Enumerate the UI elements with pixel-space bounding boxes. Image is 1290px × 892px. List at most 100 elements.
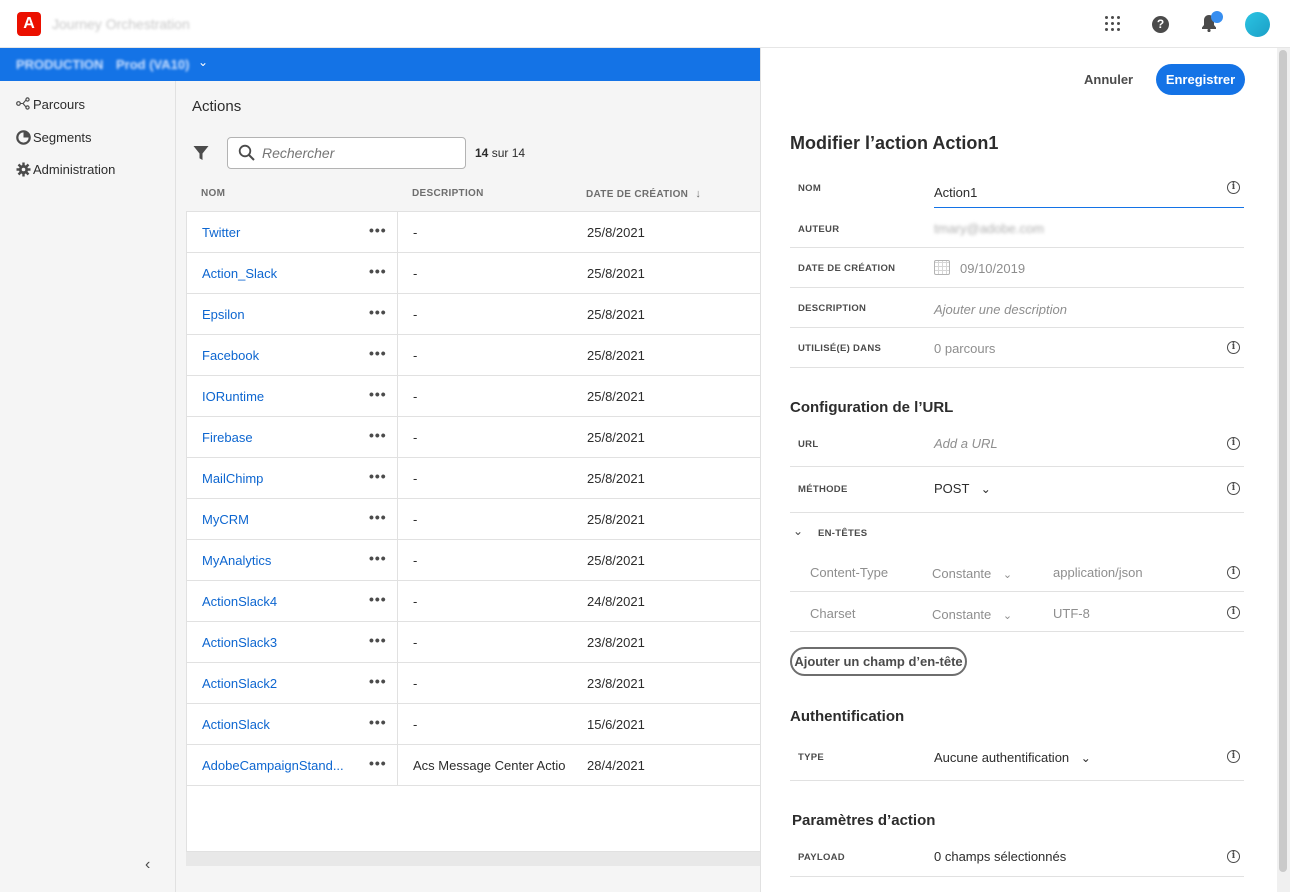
more-actions-icon[interactable]: ••• bbox=[369, 673, 387, 689]
action-date: 25/8/2021 bbox=[587, 471, 645, 486]
action-date: 15/6/2021 bbox=[587, 717, 645, 732]
search-box[interactable] bbox=[227, 137, 466, 169]
used-in-value: 0 parcours bbox=[934, 341, 996, 356]
action-name-link[interactable]: Action_Slack bbox=[202, 266, 347, 281]
filter-icon[interactable] bbox=[193, 145, 209, 161]
table-row[interactable]: MyCRM ••• - 25/8/2021 bbox=[187, 499, 761, 540]
more-actions-icon[interactable]: ••• bbox=[369, 632, 387, 648]
scrollbar-thumb[interactable] bbox=[1279, 50, 1287, 872]
method-select[interactable]: POST ⌄ bbox=[934, 481, 991, 496]
more-actions-icon[interactable]: ••• bbox=[369, 386, 387, 402]
action-name-link[interactable]: MailChimp bbox=[202, 471, 347, 486]
more-actions-icon[interactable]: ••• bbox=[369, 345, 387, 361]
info-icon[interactable]: i bbox=[1227, 482, 1240, 495]
more-actions-icon[interactable]: ••• bbox=[369, 304, 387, 320]
more-actions-icon[interactable]: ••• bbox=[369, 263, 387, 279]
headers-label[interactable]: EN-TÊTES bbox=[818, 528, 867, 539]
action-description: - bbox=[413, 266, 418, 281]
header-type-select[interactable]: Constante ⌄ bbox=[932, 566, 1012, 581]
divider bbox=[790, 591, 1244, 592]
name-field[interactable] bbox=[934, 178, 1244, 208]
auth-type-select[interactable]: Aucune authentification ⌄ bbox=[934, 750, 1091, 765]
action-name-link[interactable]: Twitter bbox=[202, 225, 347, 240]
table-row[interactable]: ActionSlack ••• - 15/6/2021 bbox=[187, 704, 761, 745]
description-label: DESCRIPTION bbox=[798, 303, 867, 314]
table-row[interactable]: IORuntime ••• - 25/8/2021 bbox=[187, 376, 761, 417]
table-row[interactable]: Firebase ••• - 25/8/2021 bbox=[187, 417, 761, 458]
more-actions-icon[interactable]: ••• bbox=[369, 550, 387, 566]
adobe-logo-icon[interactable]: A bbox=[17, 12, 41, 36]
info-icon[interactable]: i bbox=[1227, 437, 1240, 450]
action-name-link[interactable]: Epsilon bbox=[202, 307, 347, 322]
action-name-link[interactable]: MyAnalytics bbox=[202, 553, 347, 568]
table-row[interactable]: Facebook ••• - 25/8/2021 bbox=[187, 335, 761, 376]
action-name-link[interactable]: ActionSlack3 bbox=[202, 635, 347, 650]
header-value[interactable]: application/json bbox=[1053, 565, 1143, 580]
info-icon[interactable]: i bbox=[1227, 850, 1240, 863]
payload-value[interactable]: 0 champs sélectionnés bbox=[934, 849, 1066, 864]
action-name-link[interactable]: Firebase bbox=[202, 430, 347, 445]
org-name[interactable]: PRODUCTION bbox=[16, 57, 103, 72]
table-row[interactable]: MailChimp ••• - 25/8/2021 bbox=[187, 458, 761, 499]
url-field[interactable]: Add a URL bbox=[934, 436, 998, 451]
sort-descending-icon[interactable]: ↓ bbox=[695, 188, 701, 200]
avatar[interactable] bbox=[1245, 12, 1270, 37]
table-row[interactable]: AdobeCampaignStand... ••• Acs Message Cent… bbox=[187, 745, 761, 786]
table-row[interactable]: MyAnalytics ••• - 25/8/2021 bbox=[187, 540, 761, 581]
action-name-link[interactable]: IORuntime bbox=[202, 389, 347, 404]
action-name-link[interactable]: AdobeCampaignStand... bbox=[202, 758, 347, 773]
more-actions-icon[interactable]: ••• bbox=[369, 468, 387, 484]
created-value: 09/10/2019 bbox=[960, 261, 1026, 276]
more-actions-icon[interactable]: ••• bbox=[369, 509, 387, 525]
more-actions-icon[interactable]: ••• bbox=[369, 427, 387, 443]
header-value[interactable]: UTF-8 bbox=[1053, 606, 1090, 621]
table-row[interactable]: Action_Slack ••• - 25/8/2021 bbox=[187, 253, 761, 294]
action-name-link[interactable]: Facebook bbox=[202, 348, 347, 363]
action-name-link[interactable]: ActionSlack4 bbox=[202, 594, 347, 609]
search-input[interactable] bbox=[262, 144, 458, 162]
action-name-link[interactable]: MyCRM bbox=[202, 512, 347, 527]
chevron-down-icon[interactable]: ⌄ bbox=[793, 524, 803, 538]
table-row[interactable]: ActionSlack4 ••• - 24/8/2021 bbox=[187, 581, 761, 622]
action-name-link[interactable]: ActionSlack2 bbox=[202, 676, 347, 691]
action-name-link[interactable]: ActionSlack bbox=[202, 717, 347, 732]
sidebar-item-administration[interactable]: Administration bbox=[16, 162, 115, 177]
save-button[interactable]: Enregistrer bbox=[1156, 64, 1245, 95]
apps-grid-icon[interactable] bbox=[1103, 14, 1123, 34]
table-row[interactable]: Epsilon ••• - 25/8/2021 bbox=[187, 294, 761, 335]
column-header-created[interactable]: DATE DE CRÉATION ↓ bbox=[586, 188, 701, 200]
more-actions-icon[interactable]: ••• bbox=[369, 755, 387, 771]
chevron-down-icon[interactable]: ⌄ bbox=[198, 55, 208, 69]
header-type-value: Constante bbox=[932, 607, 992, 622]
more-actions-icon[interactable]: ••• bbox=[369, 714, 387, 730]
info-icon[interactable]: i bbox=[1227, 750, 1240, 763]
panel-title: Modifier l’action Action1 bbox=[790, 133, 999, 153]
result-count: 14 sur 14 bbox=[475, 146, 525, 160]
action-date: 25/8/2021 bbox=[587, 307, 645, 322]
horizontal-scrollbar[interactable] bbox=[186, 852, 760, 866]
description-field[interactable]: Ajouter une description bbox=[934, 302, 1067, 317]
help-icon[interactable]: ? bbox=[1152, 16, 1169, 33]
column-header-description[interactable]: DESCRIPTION bbox=[412, 188, 484, 199]
info-icon[interactable]: i bbox=[1227, 341, 1240, 354]
header-key[interactable]: Content-Type bbox=[810, 565, 888, 580]
table-row[interactable]: ActionSlack3 ••• - 23/8/2021 bbox=[187, 622, 761, 663]
header-key[interactable]: Charset bbox=[810, 606, 856, 621]
collapse-sidebar-icon[interactable]: ‹ bbox=[145, 856, 150, 874]
info-icon[interactable]: i bbox=[1227, 606, 1240, 619]
cancel-button[interactable]: Annuler bbox=[1076, 66, 1141, 92]
more-actions-icon[interactable]: ••• bbox=[369, 222, 387, 238]
payload-label: PAYLOAD bbox=[798, 852, 845, 863]
info-icon[interactable]: i bbox=[1227, 181, 1240, 194]
column-header-name[interactable]: NOM bbox=[201, 188, 225, 199]
table-row[interactable]: Twitter ••• - 25/8/2021 bbox=[187, 212, 761, 253]
sandbox-name[interactable]: Prod (VA10) bbox=[116, 57, 189, 72]
add-header-button[interactable]: Ajouter un champ d’en-tête bbox=[790, 647, 967, 676]
table-row[interactable]: ActionSlack2 ••• - 23/8/2021 bbox=[187, 663, 761, 704]
more-actions-icon[interactable]: ••• bbox=[369, 591, 387, 607]
action-date: 25/8/2021 bbox=[587, 348, 645, 363]
sidebar-item-parcours[interactable]: Parcours bbox=[16, 97, 85, 112]
sidebar-item-segments[interactable]: Segments bbox=[16, 130, 92, 145]
info-icon[interactable]: i bbox=[1227, 566, 1240, 579]
header-type-select[interactable]: Constante ⌄ bbox=[932, 607, 1012, 622]
